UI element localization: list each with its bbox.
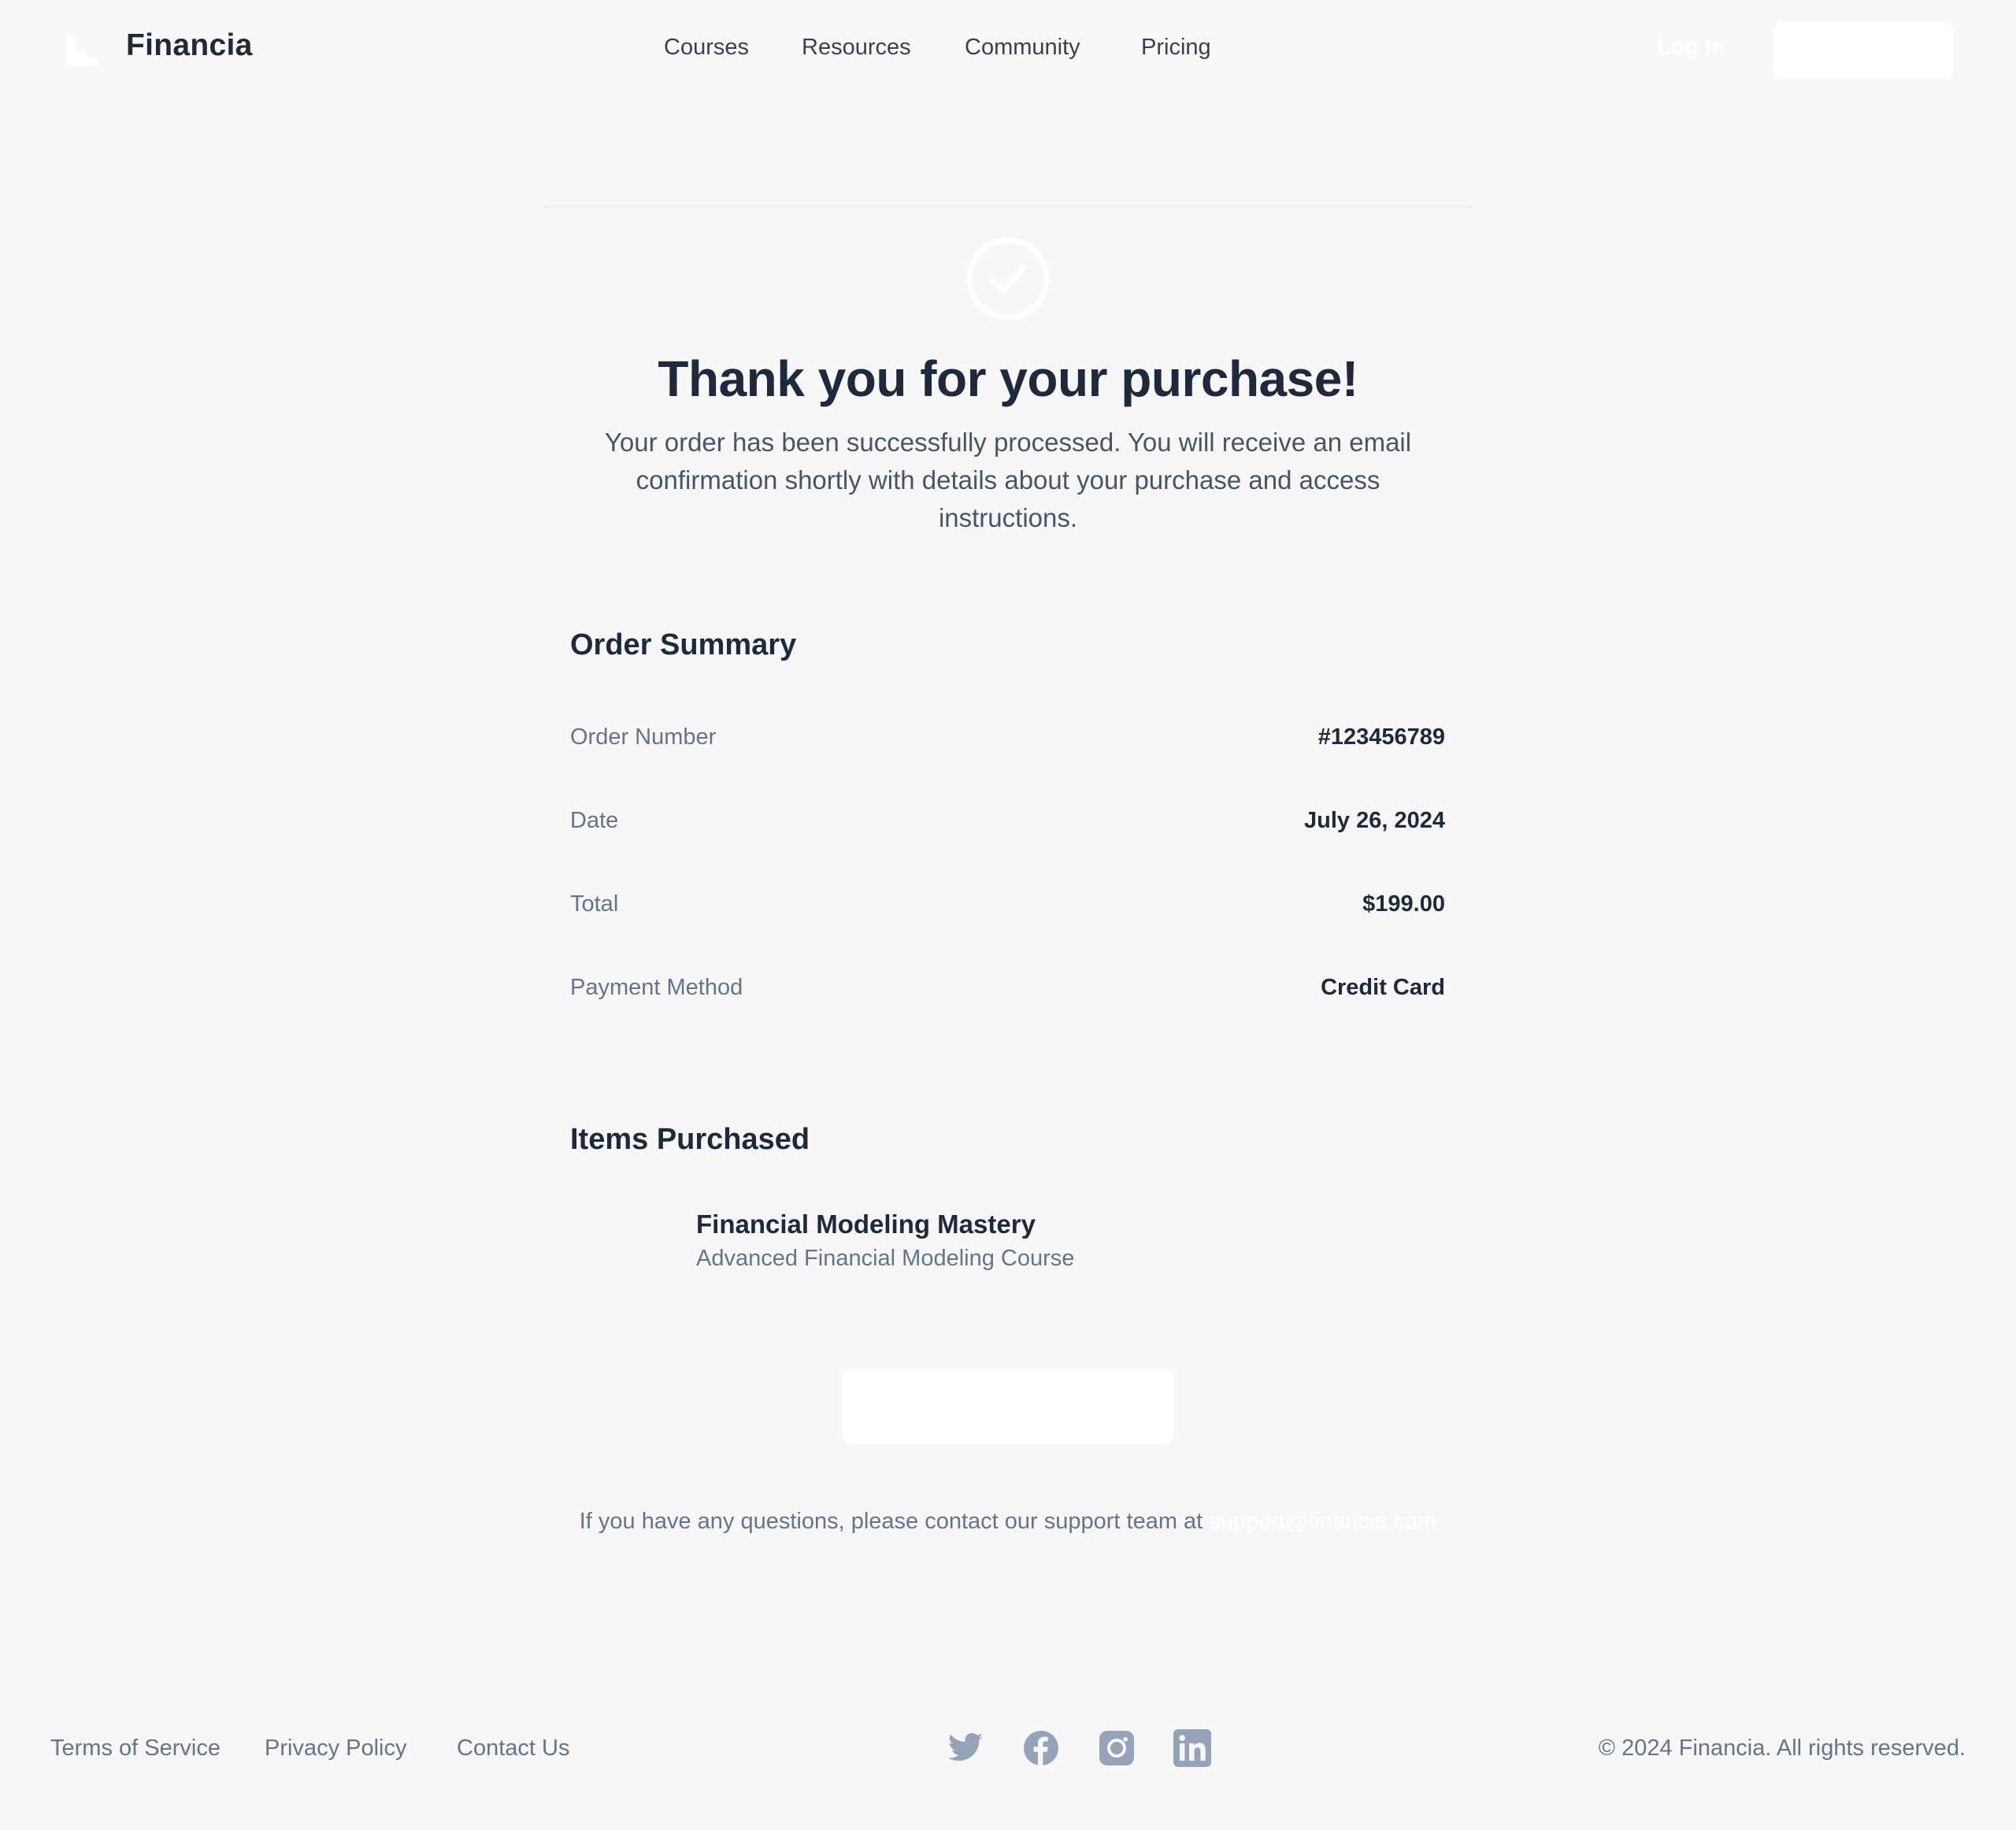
date-label: Date xyxy=(570,808,619,833)
footer-terms-link[interactable]: Terms of Service xyxy=(50,1736,220,1761)
order-number-label: Order Number xyxy=(570,724,717,750)
support-email-link[interactable]: support@financia.com xyxy=(1209,1509,1436,1534)
brand-name[interactable]: Financia xyxy=(126,28,253,63)
support-text: If you have any questions, please contac… xyxy=(579,1509,1203,1534)
payment-method-value: Credit Card xyxy=(1321,975,1445,1000)
item-thumbnail xyxy=(570,1203,671,1279)
confirmation-message: Your order has been successfully process… xyxy=(604,428,1412,532)
item-description: Advanced Financial Modeling Course xyxy=(696,1246,1075,1271)
nav-pricing[interactable]: Pricing xyxy=(1141,35,1211,61)
support-message: If you have any questions, please contac… xyxy=(0,1509,2016,1535)
twitter-icon[interactable] xyxy=(947,1729,984,1767)
page-title: Thank you for your purchase! xyxy=(658,350,1358,407)
linkedin-icon[interactable] xyxy=(1173,1729,1211,1767)
confirmation-card xyxy=(504,211,1512,1565)
instagram-icon[interactable] xyxy=(1098,1729,1136,1767)
footer-privacy-link[interactable]: Privacy Policy xyxy=(265,1736,407,1761)
item-name: Financial Modeling Mastery xyxy=(696,1210,1036,1239)
total-label: Total xyxy=(570,891,619,917)
footer-contact-link[interactable]: Contact Us xyxy=(457,1736,569,1761)
login-link[interactable]: Log In xyxy=(1657,35,1725,61)
date-value: July 26, 2024 xyxy=(1304,808,1445,833)
facebook-icon[interactable] xyxy=(1022,1729,1060,1767)
signup-button[interactable] xyxy=(1773,22,1953,79)
primary-action-button[interactable] xyxy=(843,1369,1173,1444)
copyright-text: © 2024 Financia. All rights reserved. xyxy=(1598,1736,1966,1761)
site-header: Financia Courses Resources Community Pri… xyxy=(0,0,2016,101)
order-summary-heading: Order Summary xyxy=(570,628,797,661)
logo-icon[interactable] xyxy=(66,35,98,66)
items-purchased-heading: Items Purchased xyxy=(570,1123,810,1156)
payment-method-label: Payment Method xyxy=(570,975,743,1000)
nav-resources[interactable]: Resources xyxy=(802,35,911,61)
card-top-border xyxy=(543,205,1473,208)
nav-courses[interactable]: Courses xyxy=(664,35,749,61)
nav-community[interactable]: Community xyxy=(965,35,1080,61)
total-value: $199.00 xyxy=(1362,891,1445,917)
check-circle-icon xyxy=(966,237,1050,320)
order-number-value: #123456789 xyxy=(1317,724,1445,750)
